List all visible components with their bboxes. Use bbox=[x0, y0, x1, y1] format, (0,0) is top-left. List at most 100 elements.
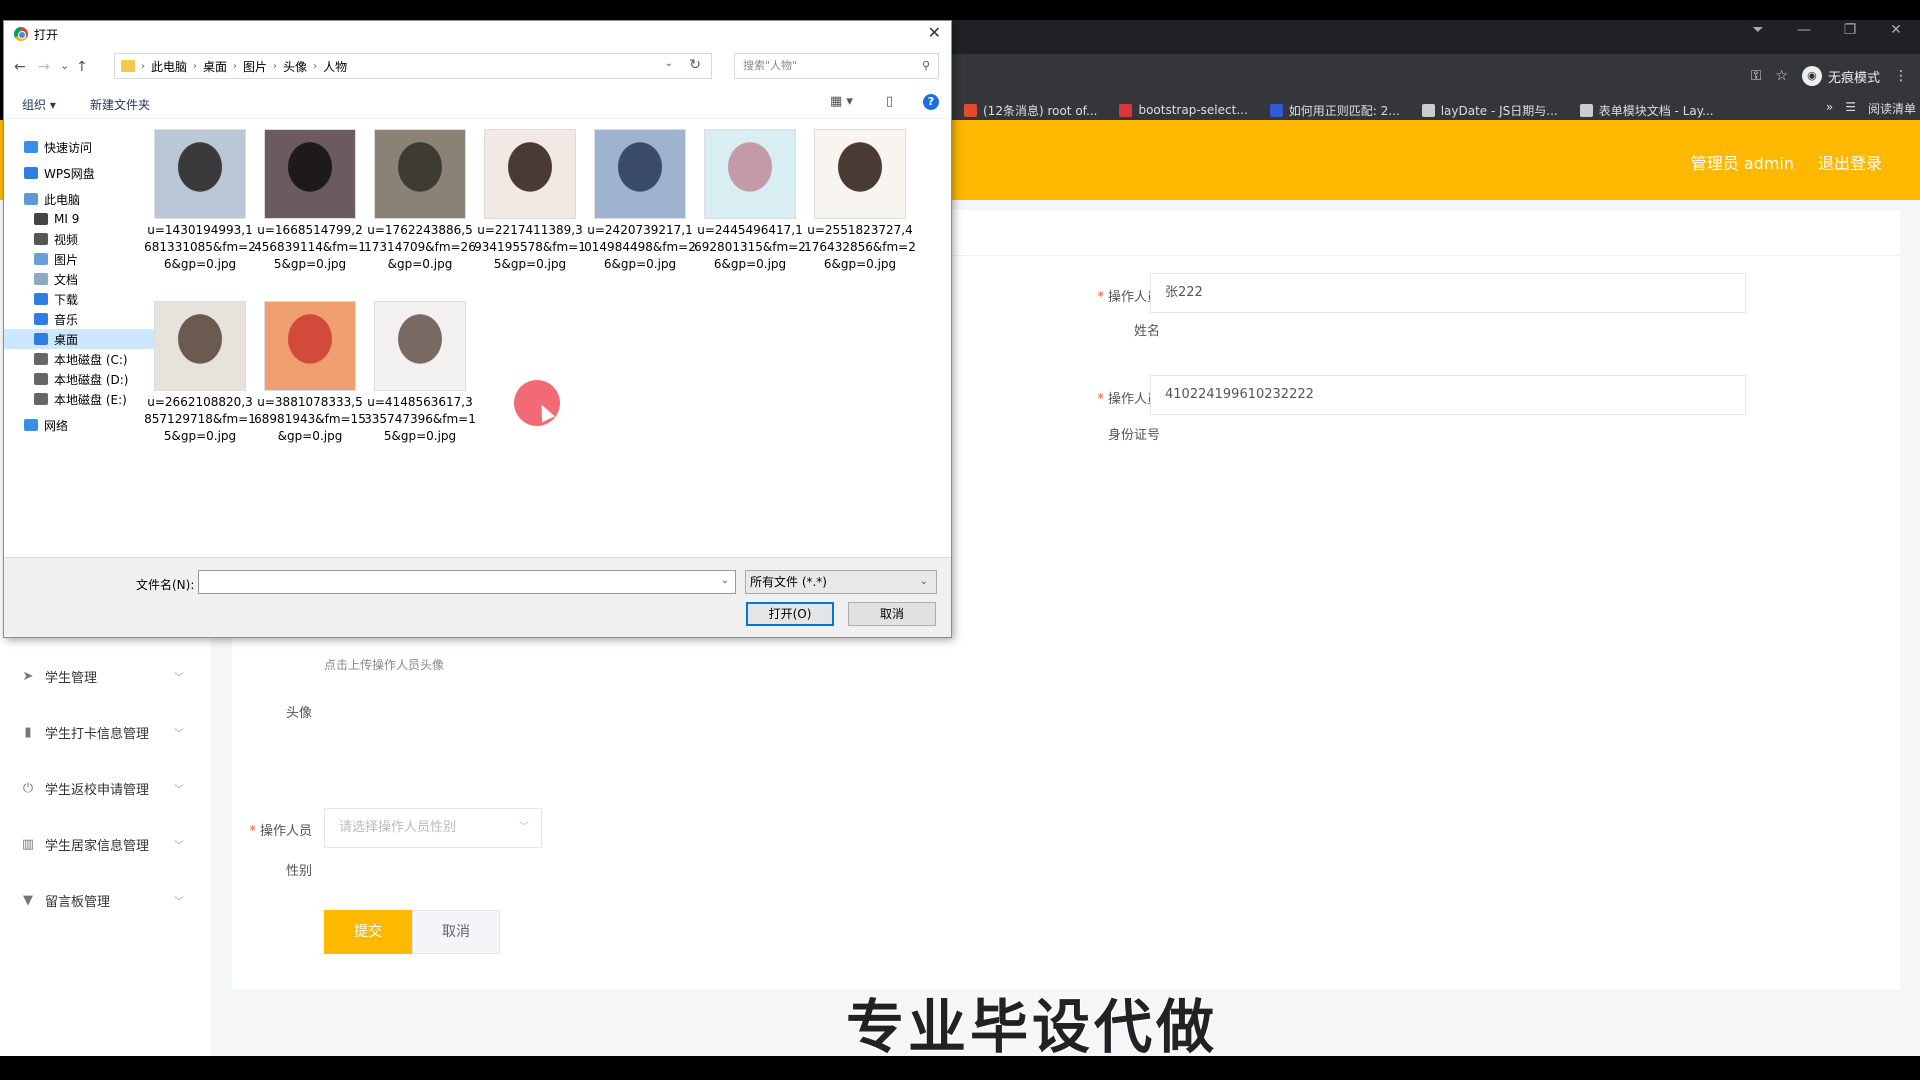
folder-icon bbox=[24, 167, 38, 179]
reading-list-label[interactable]: 阅读清单 bbox=[1868, 100, 1916, 117]
file-type-value: 所有文件 (*.*) bbox=[750, 575, 827, 589]
sidebar-item-icon: ▥ bbox=[21, 836, 35, 852]
nav-tree-label: 网络 bbox=[44, 418, 69, 433]
nav-tree-item[interactable]: 本地磁盘 (E:) bbox=[4, 389, 164, 409]
incognito-label: 无痕模式 bbox=[1827, 70, 1880, 86]
chevron-double-right-icon[interactable]: » bbox=[1826, 100, 1833, 117]
sidebar-item-icon: ▼ bbox=[23, 892, 33, 908]
forward-icon[interactable]: → bbox=[38, 59, 50, 75]
gender-select[interactable]: 请选择操作人员性别 ﹀ bbox=[324, 808, 542, 848]
filename-label: 文件名(N): bbox=[136, 578, 195, 592]
window-controls: ⏷ — ❐ ✕ bbox=[1748, 22, 1906, 38]
nav-tree-item[interactable]: WPS网盘 bbox=[4, 163, 164, 183]
breadcrumb[interactable]: › 此电脑 › 桌面 › 图片 › 头像 › 人物 ⌄ ↻ bbox=[114, 53, 712, 79]
bookmark-favicon-icon bbox=[1579, 103, 1593, 117]
up-folder-icon[interactable]: ↑ bbox=[76, 59, 88, 75]
bookmark-favicon-icon bbox=[964, 103, 977, 117]
nav-tree-item[interactable]: 音乐 bbox=[4, 309, 164, 329]
cancel-button[interactable]: 取消 bbox=[412, 910, 500, 954]
image-thumbnail bbox=[594, 129, 686, 219]
chevron-down-icon[interactable]: ⌄ bbox=[721, 575, 729, 586]
nav-tree-label: 快速访问 bbox=[44, 140, 93, 155]
sidebar-item[interactable]: ⏻ 学生返校申请管理 ﹀ bbox=[0, 760, 210, 816]
sidebar-item[interactable]: ▮ 学生打卡信息管理 ﹀ bbox=[0, 704, 210, 760]
bookmark-item[interactable]: (12条消息) root of... bbox=[964, 102, 1097, 119]
nav-tree-item[interactable]: MI 9 bbox=[4, 209, 164, 229]
chevron-down-icon: ﹀ bbox=[174, 728, 184, 740]
incognito-badge[interactable]: ◉ 无痕模式 bbox=[1801, 66, 1880, 86]
search-input[interactable]: 搜索"人物" ⚲ bbox=[734, 53, 939, 79]
view-options-icon[interactable]: ▦ ▾ bbox=[830, 94, 853, 109]
folder-icon bbox=[121, 60, 135, 72]
bookmark-item[interactable]: layDate - JS日期与... bbox=[1421, 102, 1558, 119]
profile-dropdown-icon[interactable]: ⏷ bbox=[1748, 22, 1768, 38]
nav-tree-item[interactable]: 本地磁盘 (C:) bbox=[4, 349, 164, 369]
filename-input[interactable]: ⌄ bbox=[198, 570, 736, 594]
id-label-line2: 身份证号 bbox=[1107, 428, 1160, 443]
preview-pane-icon[interactable]: ▯ bbox=[886, 94, 893, 109]
sidebar-item[interactable]: ▼ 留言板管理 ﹀ bbox=[0, 872, 210, 928]
bookmark-item[interactable]: 如何用正则匹配: 2... bbox=[1269, 102, 1400, 119]
sidebar-item[interactable]: ▥ 学生居家信息管理 ﹀ bbox=[0, 816, 210, 872]
browser-menu-icon[interactable]: ⋮ bbox=[1894, 68, 1908, 84]
file-name: u=2420739217,1014984498&fm=26&gp=0.jpg bbox=[584, 223, 696, 271]
dialog-title: 打开 bbox=[34, 28, 59, 42]
folder-icon bbox=[34, 293, 48, 305]
new-folder-button[interactable]: 新建文件夹 bbox=[90, 96, 150, 113]
minimize-icon[interactable]: — bbox=[1794, 22, 1814, 38]
bookmark-favicon-icon bbox=[1421, 103, 1435, 117]
refresh-icon[interactable]: ↻ bbox=[689, 57, 701, 73]
breadcrumb-item[interactable]: 图片 bbox=[243, 58, 267, 75]
organize-button[interactable]: 组织 ▾ bbox=[22, 96, 56, 113]
logout-link[interactable]: 退出登录 bbox=[1818, 150, 1882, 174]
chevron-right-icon: › bbox=[273, 60, 278, 72]
nav-tree-label: 桌面 bbox=[54, 332, 79, 347]
close-window-icon[interactable]: ✕ bbox=[1886, 22, 1906, 38]
admin-user-label[interactable]: 管理员 admin bbox=[1691, 150, 1794, 174]
help-icon[interactable]: ? bbox=[923, 94, 939, 110]
nav-tree-item[interactable]: 文档 bbox=[4, 269, 164, 289]
nav-tree-item[interactable]: 下载 bbox=[4, 289, 164, 309]
submit-button[interactable]: 提交 bbox=[324, 910, 412, 954]
nav-tree-item[interactable]: 图片 bbox=[4, 249, 164, 269]
chevron-down-icon[interactable]: ⌄ bbox=[665, 58, 673, 69]
nav-tree-item[interactable]: 此电脑 bbox=[4, 189, 164, 209]
bookmark-label: bootstrap-select... bbox=[1138, 103, 1248, 117]
breadcrumb-item[interactable]: 人物 bbox=[323, 58, 347, 75]
chevron-right-icon: › bbox=[313, 60, 318, 72]
breadcrumb-item[interactable]: 头像 bbox=[283, 58, 307, 75]
chevron-right-icon: › bbox=[233, 60, 238, 72]
reading-list-icon[interactable]: ☰ bbox=[1845, 100, 1856, 117]
name-label: * 操作人员 bbox=[1097, 290, 1160, 305]
folder-icon bbox=[24, 193, 38, 205]
breadcrumb-item[interactable]: 桌面 bbox=[203, 58, 227, 75]
bookmark-item[interactable]: bootstrap-select... bbox=[1119, 103, 1248, 117]
image-thumbnail bbox=[374, 301, 466, 391]
name-input[interactable]: 张222 bbox=[1150, 273, 1746, 313]
bookmark-item[interactable]: 表单模块文档 - Lay... bbox=[1579, 102, 1714, 119]
star-icon[interactable]: ☆ bbox=[1775, 68, 1788, 84]
nav-tree-item[interactable]: 网络 bbox=[4, 415, 164, 435]
maximize-icon[interactable]: ❐ bbox=[1840, 22, 1860, 38]
upload-avatar-hint[interactable]: 点击上传操作人员头像 bbox=[324, 656, 444, 673]
folder-icon bbox=[34, 233, 48, 245]
dialog-cancel-button[interactable]: 取消 bbox=[848, 602, 936, 626]
sidebar-item[interactable]: ➤ 学生管理 ﹀ bbox=[0, 648, 210, 704]
breadcrumb-item[interactable]: 此电脑 bbox=[151, 58, 187, 75]
open-button[interactable]: 打开(O) bbox=[746, 602, 834, 626]
recent-locations-icon[interactable]: ⌄ bbox=[60, 59, 69, 72]
id-number-input[interactable]: 410224199610232222 bbox=[1150, 375, 1746, 415]
nav-tree-item[interactable]: 快速访问 bbox=[4, 137, 164, 157]
nav-tree-item[interactable]: 视频 bbox=[4, 229, 164, 249]
nav-tree-item[interactable]: 桌面 bbox=[4, 329, 164, 349]
file-type-select[interactable]: 所有文件 (*.*) ⌄ bbox=[745, 570, 937, 594]
nav-tree-item[interactable]: 本地磁盘 (D:) bbox=[4, 369, 164, 389]
back-icon[interactable]: ← bbox=[14, 59, 26, 75]
sidebar-item-icon: ⏻ bbox=[22, 780, 34, 796]
chevron-down-icon: ﹀ bbox=[174, 784, 184, 796]
key-icon[interactable]: ⚿ bbox=[1751, 68, 1762, 84]
sidebar-item-label: 学生返校申请管理 bbox=[45, 782, 150, 798]
sidebar-item-label: 学生打卡信息管理 bbox=[45, 726, 150, 742]
close-icon[interactable]: ✕ bbox=[928, 23, 941, 42]
folder-icon bbox=[24, 419, 38, 431]
